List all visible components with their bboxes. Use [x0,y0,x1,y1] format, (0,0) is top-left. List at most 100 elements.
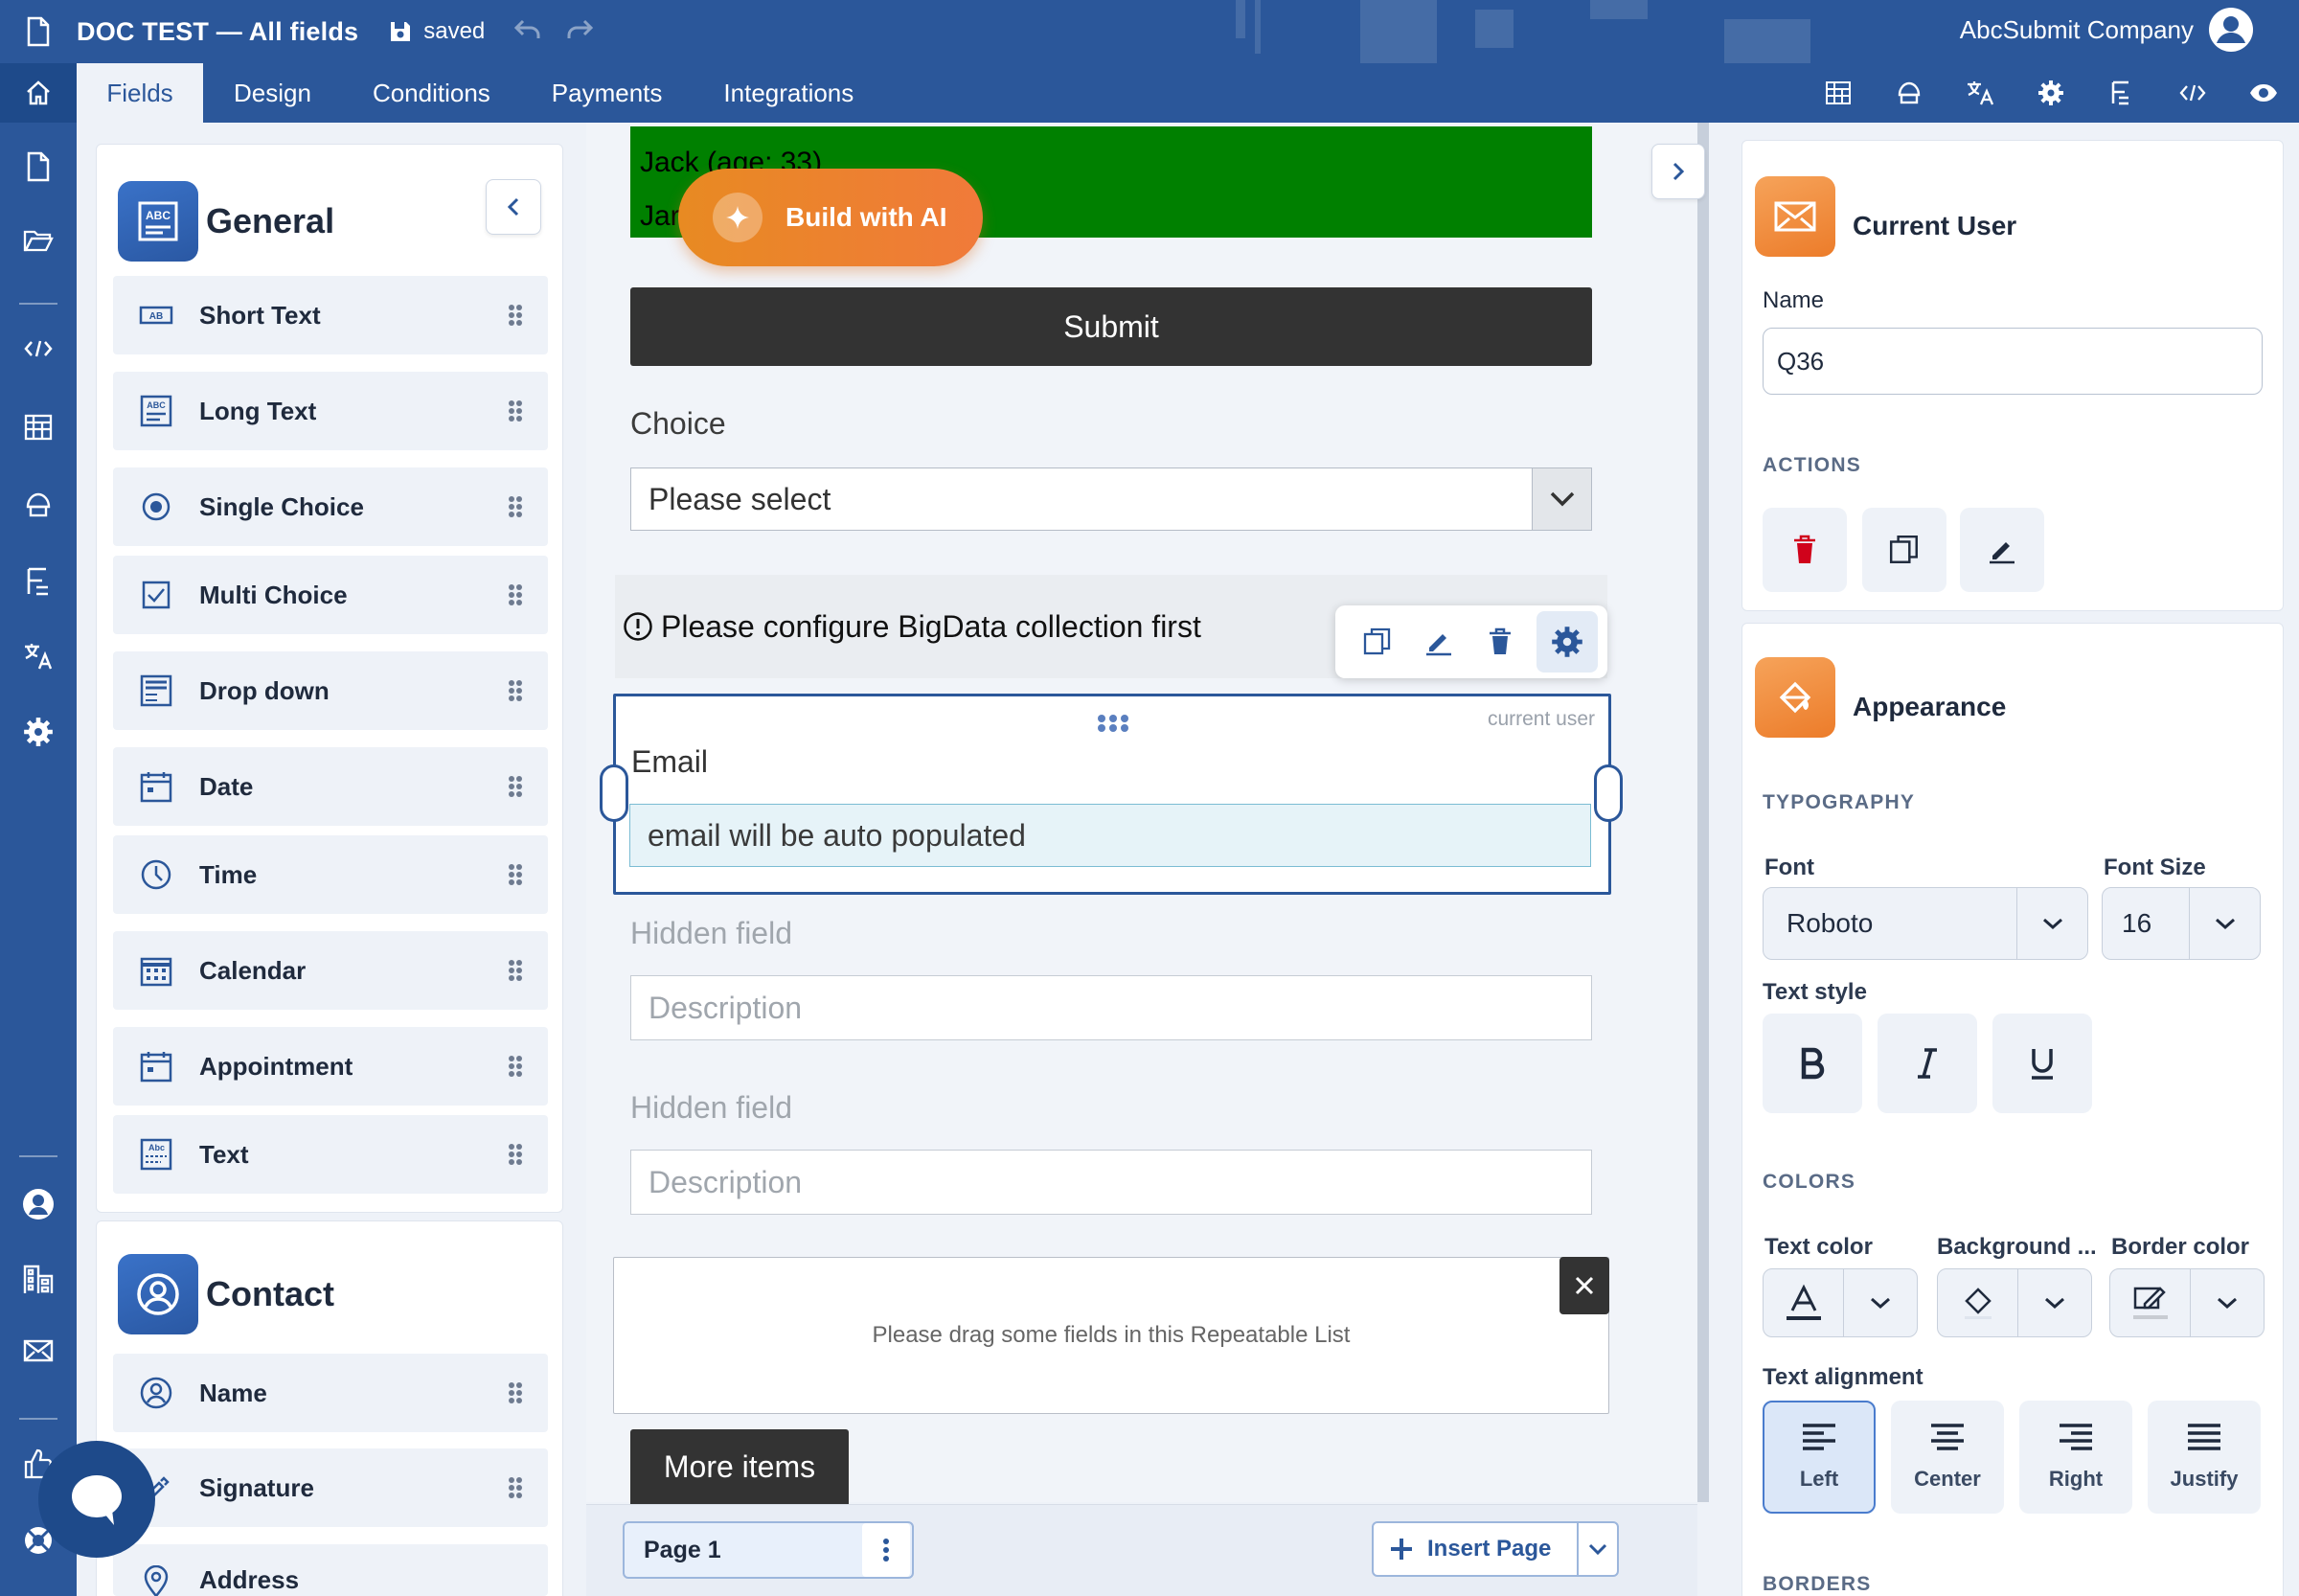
chat-support-button[interactable] [38,1441,155,1558]
name-input[interactable]: Q36 [1763,328,2263,395]
repeatable-list[interactable]: Please drag some fields in this Repeatab… [613,1257,1609,1414]
background-color-picker[interactable] [1937,1268,2092,1337]
folder-open-icon[interactable] [0,228,77,253]
drag-handle-icon[interactable] [508,1143,523,1166]
build-with-ai-button[interactable]: Build with AI [678,169,983,266]
drag-handle-icon[interactable] [508,775,523,798]
chevron-down-icon[interactable] [2189,888,2260,959]
field-item-address[interactable]: Address [113,1544,548,1596]
new-document-icon[interactable] [0,151,77,182]
field-item-drop-down[interactable]: Drop down [113,651,548,730]
undo-button[interactable] [513,17,542,47]
workflow-icon[interactable] [0,565,77,598]
italic-button[interactable] [1878,1014,1977,1113]
font-size-select[interactable]: 16 [2102,887,2261,960]
drag-handle-icon[interactable] [508,583,523,606]
chevron-down-icon[interactable] [2191,1296,2264,1310]
field-item-date[interactable]: Date [113,747,548,826]
redo-button[interactable] [565,17,594,47]
resize-handle-right[interactable] [1594,764,1623,822]
align-right-button[interactable]: Right [2019,1401,2132,1514]
hidden-field-input[interactable]: Description [630,975,1592,1040]
data-table-icon[interactable] [1803,80,1874,105]
field-item-signature[interactable]: Signature [113,1448,548,1527]
bold-button[interactable] [1763,1014,1862,1113]
resize-handle-left[interactable] [600,764,628,822]
email-field-selected[interactable]: current user Email email will be auto po… [613,694,1611,895]
account-icon[interactable] [0,1188,77,1220]
preview-eye-icon[interactable] [2228,83,2299,103]
theme-icon[interactable] [0,490,77,519]
field-item-multi-choice[interactable]: Multi Choice [113,556,548,634]
align-left-button[interactable]: Left [1763,1401,1876,1514]
edit-pen-icon[interactable] [1408,611,1469,673]
settings-gear-icon[interactable] [2015,80,2086,106]
delete-field-button[interactable] [1763,508,1847,592]
tab-fields[interactable]: Fields [77,63,203,123]
hidden-field-textarea[interactable]: Description [630,1150,1592,1215]
chevron-down-icon[interactable] [1532,468,1591,530]
collapse-panel-button[interactable] [486,179,541,235]
workflow-icon[interactable] [2086,79,2157,107]
tab-conditions[interactable]: Conditions [342,63,521,123]
field-item-short-text[interactable]: AB Short Text [113,276,548,354]
drag-handle-icon[interactable] [508,863,523,886]
field-item-single-choice[interactable]: Single Choice [113,467,548,546]
translate-icon[interactable] [0,642,77,671]
embed-code-icon[interactable] [2157,83,2228,103]
text-color-picker[interactable] [1763,1268,1918,1337]
email-input[interactable]: email will be auto populated [629,804,1591,867]
page-tab-1[interactable]: Page 1 [623,1521,914,1579]
field-item-name[interactable]: Name [113,1354,548,1432]
drag-handle-icon[interactable] [508,1381,523,1404]
font-select[interactable]: Roboto [1763,887,2088,960]
align-center-button[interactable]: Center [1891,1401,2004,1514]
field-item-time[interactable]: Time [113,835,548,914]
form-title[interactable]: DOC TEST — All fields [77,17,358,47]
translate-icon[interactable] [1945,80,2015,106]
drag-handle-icon[interactable] [508,1476,523,1499]
move-handle-icon[interactable] [1097,714,1129,733]
field-item-calendar[interactable]: Calendar [113,931,548,1010]
trash-icon[interactable] [1469,611,1531,673]
chevron-down-icon[interactable] [2016,888,2087,959]
field-item-long-text[interactable]: ABC Long Text [113,372,548,450]
mail-icon[interactable] [0,1339,77,1362]
drag-handle-icon[interactable] [508,959,523,982]
chevron-down-icon[interactable] [1844,1296,1917,1310]
drag-handle-icon[interactable] [508,304,523,327]
align-justify-button[interactable]: Justify [2148,1401,2261,1514]
theme-icon[interactable] [1874,80,1945,106]
chevron-down-icon[interactable] [1577,1523,1617,1575]
field-settings-gear-icon[interactable] [1536,611,1598,673]
home-button[interactable] [0,63,77,123]
organization-icon[interactable] [0,1263,77,1295]
user-avatar-icon[interactable] [2207,6,2255,54]
chevron-down-icon[interactable] [2018,1296,2091,1310]
drag-handle-icon[interactable] [508,1055,523,1078]
duplicate-field-button[interactable] [1862,508,1946,592]
insert-page-button[interactable]: Insert Page [1372,1521,1619,1577]
company-name[interactable]: AbcSubmit Company [1960,15,2194,45]
canvas-scrollbar[interactable] [1697,123,1709,1502]
drag-handle-icon[interactable] [508,495,523,518]
field-item-appointment[interactable]: Appointment [113,1027,548,1106]
code-icon[interactable] [0,339,77,358]
tab-payments[interactable]: Payments [521,63,694,123]
drag-handle-icon[interactable] [508,399,523,422]
data-table-icon[interactable] [0,414,77,441]
underline-button[interactable] [1992,1014,2092,1113]
duplicate-icon[interactable] [1347,611,1408,673]
tab-integrations[interactable]: Integrations [693,63,884,123]
more-items-button[interactable]: More items [630,1429,849,1504]
edit-field-button[interactable] [1960,508,2044,592]
settings-gear-icon[interactable] [0,717,77,747]
kebab-menu-icon[interactable] [862,1523,910,1577]
drag-handle-icon[interactable] [508,679,523,702]
submit-button[interactable]: Submit [630,287,1592,366]
choice-select[interactable]: Please select [630,467,1592,531]
field-item-text[interactable]: Abc Text [113,1115,548,1194]
tab-design[interactable]: Design [203,63,342,123]
close-icon[interactable] [1559,1257,1609,1314]
border-color-picker[interactable] [2109,1268,2265,1337]
